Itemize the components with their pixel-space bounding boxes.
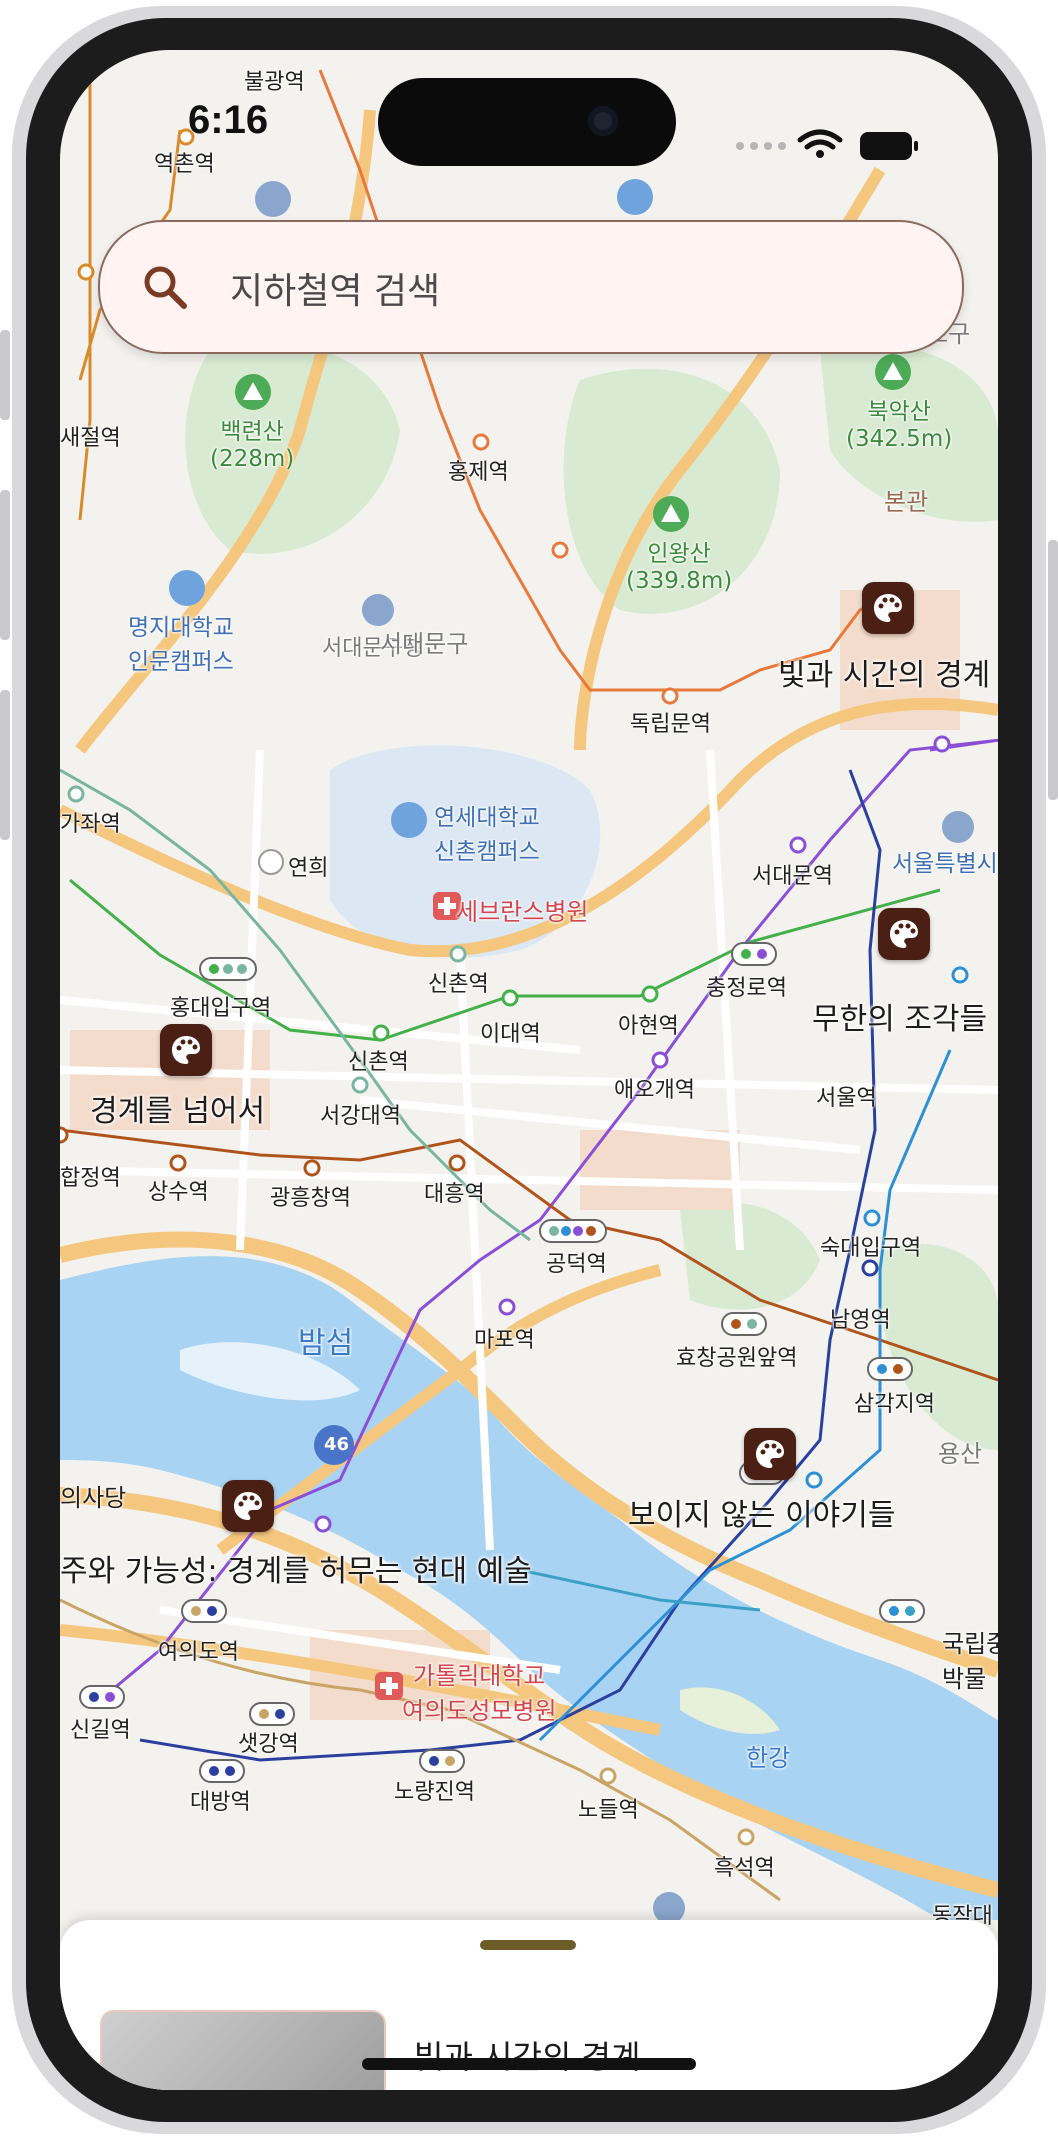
station-label[interactable]: 홍대입구역 [170,990,271,1022]
station-label[interactable]: 홍제역 [448,454,509,486]
wifi-icon [797,129,843,150]
status-icons [736,129,918,160]
status-time: 6:16 [188,98,269,142]
station-label[interactable]: 마포역 [474,1322,535,1354]
station-label[interactable]: 신촌역 [428,966,489,998]
exhibition-label[interactable]: 무한의 조각들 [812,994,987,1038]
mountain-label: 백련산 (228m) [210,419,295,472]
university-label: 연세대학교 신촌캠퍼스 [434,805,540,865]
exhibition-label[interactable]: 경계를 넘어서 [90,1086,265,1130]
volume-down-button [0,690,10,840]
station-label[interactable]: 서대문역 [752,858,833,890]
office-label: 서울특별시 [892,851,998,877]
palette-icon [756,1440,784,1468]
station-label[interactable]: 광흥창역 [270,1180,351,1212]
station-label[interactable]: 남영역 [830,1302,891,1334]
power-button [1048,540,1058,800]
station-label[interactable]: 독립문역 [630,706,711,738]
station-search-bar[interactable]: 지하철역 검색 [98,220,964,354]
palette-icon [234,1492,262,1520]
exhibition-pin[interactable] [222,1480,274,1532]
exhibition-label[interactable]: 빛과 시간의 경계 [778,650,990,694]
hospital-label: 가톨릭대학교 여의도성모병원 [402,1662,557,1725]
sheet-drag-handle[interactable] [480,1940,576,1950]
station-label[interactable]: 여의도역 [158,1634,239,1666]
station-label[interactable]: 새절역 [60,420,121,452]
station-label[interactable]: 대흥역 [424,1176,485,1208]
hospital-label: 세브란스병원 [456,898,589,926]
museum-label: 국립중 박물 [942,1630,998,1693]
screen[interactable]: 불광역 역촌역 홍제역 독립문역 서대문역 충정로역 아현역 이대역 신촌역 신… [60,50,998,2090]
dynamic-island [378,78,676,166]
station-label[interactable]: 대방역 [190,1784,251,1816]
station-label[interactable]: 공덕역 [546,1246,607,1278]
station-label[interactable]: 애오개역 [614,1072,695,1104]
station-label[interactable]: 흑석역 [714,1850,775,1882]
palette-icon [890,920,918,948]
volume-up-button [0,490,10,640]
battery-icon [860,132,912,160]
home-indicator[interactable] [362,2058,696,2070]
exhibition-pin[interactable] [862,582,914,634]
mountain-label: 북악산 (342.5m) [846,399,953,452]
district-label: 서대문구 [380,630,469,658]
station-label[interactable]: 삼각지역 [854,1386,935,1418]
island-label: 밤섬 [298,1326,354,1361]
station-label[interactable]: 신촌역 [348,1044,409,1076]
station-label[interactable]: 노들역 [578,1792,639,1824]
station-label[interactable]: 상수역 [148,1174,209,1206]
palette-icon [172,1036,200,1064]
station-label[interactable]: 이대역 [480,1016,541,1048]
place-label: 본관 [884,488,929,516]
district-label: 용산 [938,1440,983,1468]
exhibition-label[interactable]: 보이지 않는 이야기들 [628,1490,895,1534]
station-label[interactable]: 신길역 [70,1712,131,1744]
station-label[interactable]: 아현역 [618,1008,679,1040]
station-label[interactable]: 합정역 [60,1160,121,1192]
station-label[interactable]: 샛강역 [238,1726,299,1758]
place-label: 의사당 [60,1484,127,1512]
exhibition-pin[interactable] [160,1024,212,1076]
station-label[interactable]: 서강대역 [320,1098,401,1130]
mountain-label: 인왕산 (339.8m) [626,541,733,594]
phone-frame: 불광역 역촌역 홍제역 독립문역 서대문역 충정로역 아현역 이대역 신촌역 신… [0,0,1058,2140]
search-input[interactable]: 지하철역 검색 [230,262,440,314]
road-number: 46 [324,1434,350,1455]
search-icon [144,266,187,309]
exhibition-pin[interactable] [744,1428,796,1480]
sheet-exhibition-title[interactable]: 빛과 시간의 경계 [414,2032,640,2078]
station-label[interactable]: 서울역 [816,1080,877,1112]
action-button [0,330,10,420]
status-bar: 6:16 [60,50,998,170]
station-label[interactable]: 효창공원앞역 [676,1340,797,1372]
station-label[interactable]: 노량진역 [394,1774,475,1806]
station-label[interactable]: 가좌역 [60,806,121,838]
exhibition-thumbnail[interactable] [100,2010,386,2090]
camera-icon [588,106,618,136]
station-label[interactable]: 숙대입구역 [820,1230,921,1262]
ic-label: 연희 [288,856,329,881]
exhibition-label[interactable]: 주와 가능성: 경계를 허무는 현대 예술 [60,1546,532,1590]
university-label: 명지대학교 인문캠퍼스 [128,615,234,675]
river-label: 한강 [746,1744,791,1772]
exhibition-pin[interactable] [878,908,930,960]
station-label[interactable]: 충정로역 [706,970,787,1002]
palette-icon [874,594,902,622]
cellular-signal-icon [736,142,786,150]
